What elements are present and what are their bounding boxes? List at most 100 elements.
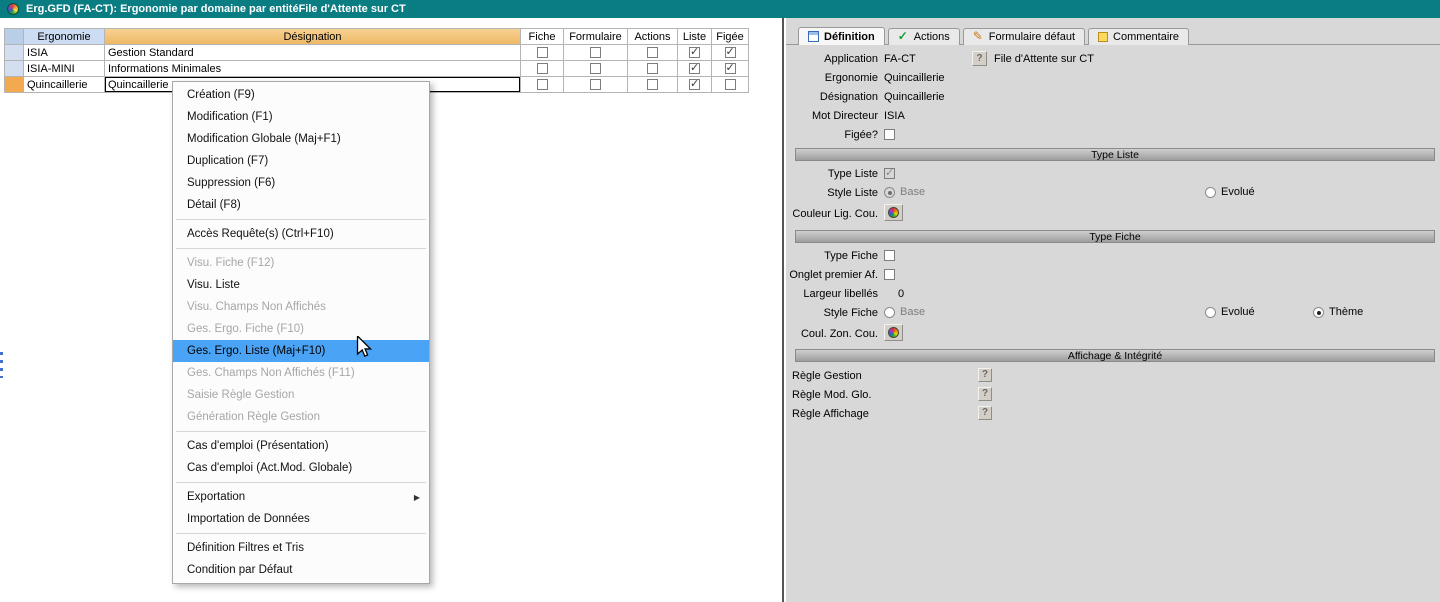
figee-panel-checkbox[interactable] (884, 129, 895, 140)
radio-dot[interactable] (1205, 186, 1216, 198)
style-liste-label: Style Liste (827, 187, 878, 199)
style-fiche-theme-radio[interactable]: Thème (1313, 306, 1363, 318)
liste-checkbox[interactable] (689, 45, 700, 58)
menu-item-cas-emploi-actmod[interactable]: Cas d'emploi (Act.Mod. Globale) (173, 457, 429, 479)
tab-formulaire-defaut[interactable]: Formulaire défaut (962, 28, 1086, 45)
form-tab-icon (973, 29, 984, 43)
formulaire-checkbox[interactable] (590, 47, 601, 58)
type-liste-checkbox (884, 166, 895, 179)
style-fiche-evolue-radio[interactable]: Evolué (1205, 306, 1255, 318)
formulaire-checkbox[interactable] (590, 63, 601, 74)
cell-liste (678, 45, 712, 61)
radio-dot[interactable] (1205, 306, 1216, 318)
figee-checkbox[interactable] (724, 61, 736, 74)
menu-item-duplication[interactable]: Duplication (F7) (173, 150, 429, 172)
header-liste[interactable]: Liste (678, 28, 712, 45)
header-actions[interactable]: Actions (628, 28, 678, 45)
liste-checkbox[interactable] (689, 77, 700, 90)
field-type-liste: Type Liste (786, 166, 1440, 183)
regle-mod-glo-label: Règle Mod. Glo. (792, 389, 872, 401)
menu-item-importation[interactable]: Importation de Données (173, 508, 429, 530)
regle-gestion-help-button[interactable]: ? (978, 368, 992, 382)
cell-fiche (521, 77, 564, 93)
formulaire-checkbox[interactable] (590, 79, 601, 90)
header-ergonomie[interactable]: Ergonomie (24, 28, 105, 45)
radio-dot[interactable] (884, 306, 895, 318)
header-figee[interactable]: Figée (712, 28, 749, 45)
cell-figee (712, 61, 749, 77)
menu-item-definition-filtres[interactable]: Définition Filtres et Tris (173, 537, 429, 559)
menu-item-ges-ergo-liste[interactable]: Ges. Ergo. Liste (Maj+F10) (173, 340, 429, 362)
menu-item-suppression[interactable]: Suppression (F6) (173, 172, 429, 194)
style-fiche-base-radio[interactable]: Base (884, 306, 925, 318)
header-designation[interactable]: Désignation (105, 28, 521, 45)
header-fiche[interactable]: Fiche (521, 28, 564, 45)
row-selector[interactable] (4, 45, 24, 61)
menu-item-ges-champs: Ges. Champs Non Affichés (F11) (187, 367, 355, 379)
radio-dot[interactable] (1313, 306, 1324, 318)
menu-item-exportation[interactable]: Exportation (173, 486, 429, 508)
regle-affichage-help-button[interactable]: ? (978, 406, 992, 420)
window-title: Erg.GFD (FA-CT): Ergonomie par domaine p… (26, 3, 406, 15)
table-row[interactable]: ISIA Gestion Standard (4, 45, 749, 61)
menu-item-visu-fiche: Visu. Fiche (F12) (187, 257, 275, 269)
onglet-premier-checkbox[interactable] (884, 269, 895, 280)
type-liste-label: Type Liste (827, 168, 878, 180)
cell-liste (678, 77, 712, 93)
section-type-liste: Type Liste (795, 148, 1435, 161)
fiche-checkbox[interactable] (536, 47, 548, 58)
menu-item-modification[interactable]: Modification (F1) (173, 106, 429, 128)
cell-actions (628, 77, 678, 93)
coul-zon-color-button[interactable] (884, 324, 903, 341)
couleur-lig-color-button[interactable] (884, 204, 903, 221)
style-liste-evolue-radio[interactable]: Evolué (1205, 186, 1255, 198)
header-select-all[interactable] (4, 28, 24, 45)
figee-label: Figée? (844, 129, 878, 141)
field-type-fiche: Type Fiche (786, 248, 1440, 265)
regle-mod-glo-help-button[interactable]: ? (978, 387, 992, 401)
tab-commentaire[interactable]: Commentaire (1088, 28, 1190, 45)
designation-label: Désignation (819, 91, 878, 103)
mot-directeur-label: Mot Directeur (811, 110, 878, 122)
cell-formulaire (564, 61, 628, 77)
mouse-cursor (356, 336, 372, 358)
figee-checkbox[interactable] (724, 45, 736, 58)
cell-fiche (521, 45, 564, 61)
actions-checkbox[interactable] (647, 79, 658, 90)
cell-fiche (521, 61, 564, 77)
menu-item-cas-emploi-presentation[interactable]: Cas d'emploi (Présentation) (173, 435, 429, 457)
menu-item-modification-globale[interactable]: Modification Globale (Maj+F1) (173, 128, 429, 150)
tab-definition[interactable]: Définition (798, 27, 885, 45)
actions-checkbox[interactable] (647, 47, 658, 58)
liste-checkbox[interactable] (689, 61, 700, 74)
largeur-libelles-label: Largeur libellés (803, 288, 878, 300)
menu-separator (176, 431, 426, 432)
detail-panel: Définition Actions Formulaire défaut Com… (786, 18, 1440, 602)
regle-gestion-label: Règle Gestion (792, 370, 862, 382)
row-selector-current[interactable] (4, 77, 24, 93)
menu-item-visu-liste[interactable]: Visu. Liste (173, 274, 429, 296)
regle-affichage-label: Règle Affichage (792, 408, 869, 420)
menu-separator (176, 219, 426, 220)
style-fiche-label: Style Fiche (823, 307, 878, 319)
row-selector[interactable] (4, 61, 24, 77)
application-label: Application (824, 53, 878, 65)
menu-item-condition-defaut[interactable]: Condition par Défaut (173, 559, 429, 581)
menu-item-acces-requetes[interactable]: Accès Requête(s) (Ctrl+F10) (173, 223, 429, 245)
type-fiche-checkbox[interactable] (884, 250, 895, 261)
dock-handle[interactable] (0, 352, 3, 378)
fiche-checkbox[interactable] (536, 79, 548, 90)
application-help-button[interactable]: ? (972, 51, 987, 66)
header-formulaire[interactable]: Formulaire (564, 28, 628, 45)
menu-item-detail[interactable]: Détail (F8) (173, 194, 429, 216)
field-mot-directeur: Mot Directeur ISIA (786, 108, 1440, 125)
fiche-checkbox[interactable] (536, 63, 548, 74)
actions-checkbox[interactable] (647, 63, 658, 74)
menu-item-creation[interactable]: Création (F9) (173, 84, 429, 106)
tab-actions[interactable]: Actions (887, 28, 960, 45)
cell-ergonomie: ISIA (24, 45, 105, 61)
cell-designation: Gestion Standard (105, 45, 521, 61)
figee-checkbox[interactable] (724, 79, 736, 90)
table-row[interactable]: ISIA-MINI Informations Minimales (4, 61, 749, 77)
menu-item-visu-champs: Visu. Champs Non Affichés (187, 301, 326, 313)
